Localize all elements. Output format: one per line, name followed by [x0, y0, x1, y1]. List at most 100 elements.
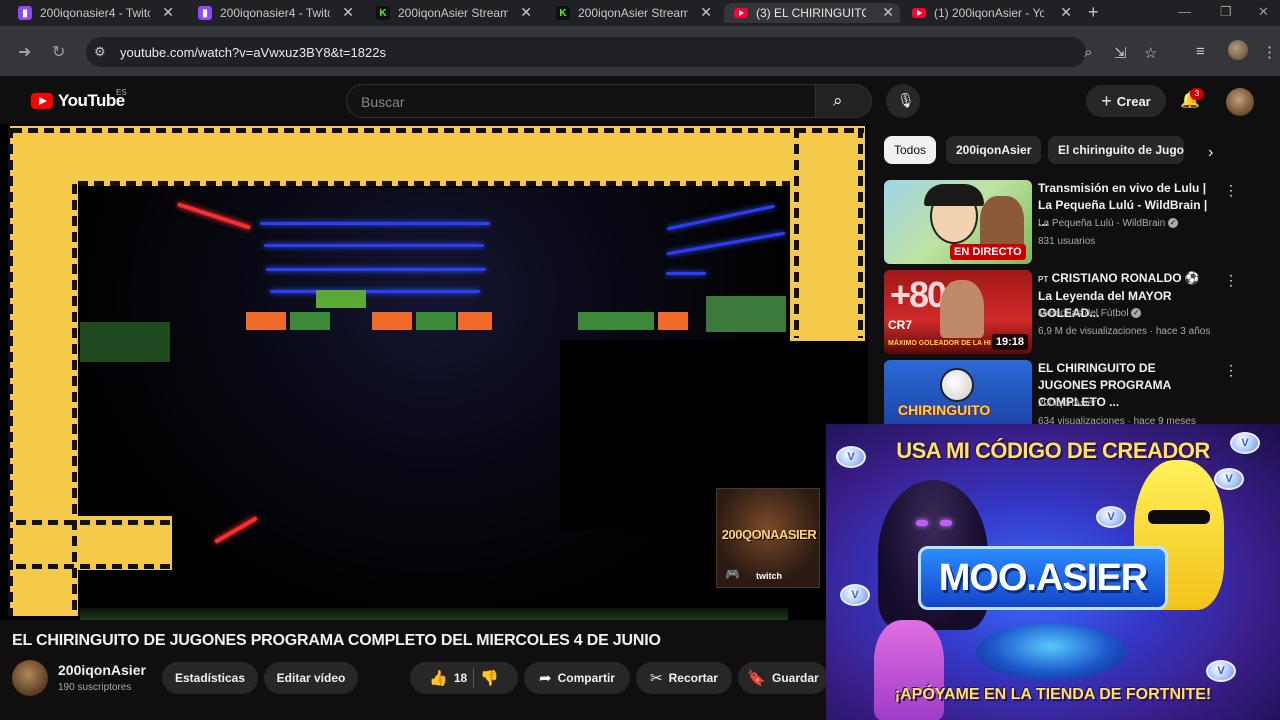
browser-tab-4[interactable]: K 200iqonAsier Stream ✕	[546, 3, 718, 23]
region-code: ES	[116, 88, 127, 97]
scissors-icon: ✂	[650, 670, 663, 687]
vbuck-coin-icon: V	[840, 584, 870, 606]
video-thumbnail[interactable]: EN DIRECTO	[884, 180, 1032, 264]
close-tab-icon[interactable]: ✕	[162, 4, 174, 21]
hazard-stripe	[16, 520, 172, 525]
close-tab-icon[interactable]: ✕	[520, 4, 532, 21]
hazard-stripe	[794, 128, 799, 338]
create-button[interactable]: + Crear	[1086, 85, 1166, 117]
media-controls-icon[interactable]: ≡	[1196, 43, 1205, 60]
youtube-header: YouTube ES Buscar ⌕ 🎙 + Crear 🔔 3	[10, 78, 1280, 124]
browser-tab-1[interactable]: ▮ 200iqonasier4 - Twitch ✕	[8, 3, 180, 23]
voice-search-button[interactable]: 🎙	[886, 84, 920, 118]
thumbs-up-icon[interactable]: 👍	[429, 669, 448, 687]
thumbnail-cr7: CR7	[888, 318, 913, 332]
reload-icon[interactable]: ↻	[52, 42, 65, 62]
browser-tab-2[interactable]: ▮ 200iqonasier4 - Twitch ✕	[188, 3, 360, 23]
studio-screen	[706, 296, 786, 332]
verified-icon: ✓	[1131, 308, 1142, 319]
search-placeholder: Buscar	[361, 94, 405, 110]
hazard-stripe	[72, 184, 77, 616]
neon-light	[264, 244, 484, 247]
account-avatar[interactable]	[1226, 88, 1254, 116]
save-button[interactable]: 🔖 Guardar	[738, 662, 828, 694]
more-options-icon[interactable]: ⋮	[1224, 362, 1238, 379]
edit-video-button[interactable]: Editar vídeo	[264, 662, 358, 694]
notification-count-badge: 3	[1190, 88, 1204, 100]
youtube-icon	[912, 8, 926, 18]
sunglasses	[1148, 510, 1210, 524]
save-label: Guardar	[772, 671, 819, 685]
close-tab-icon[interactable]: ✕	[882, 4, 894, 21]
studio-floor	[80, 608, 788, 620]
youtube-icon	[734, 8, 748, 18]
stream-frame-right	[790, 126, 865, 341]
recommendation-item[interactable]: +800 CR7 MÁXIMO GOLEADOR DE LA HI 19:18 …	[884, 270, 1264, 354]
browser-tab-title: (3) EL CHIRINGUITO DE JUGONES	[756, 6, 866, 20]
maximize-icon[interactable]: ❐	[1220, 4, 1232, 20]
browser-tab-3[interactable]: K 200iqonAsier Stream ✕	[366, 3, 538, 23]
kick-icon: K	[556, 6, 570, 20]
youtube-logo-text[interactable]: YouTube	[58, 91, 125, 111]
install-app-icon[interactable]: ⇲	[1114, 44, 1127, 62]
title-prefix: PT	[1038, 275, 1049, 284]
share-button[interactable]: ➦ Compartir	[524, 662, 630, 694]
clip-label: Recortar	[668, 671, 718, 685]
chip-chiringuito[interactable]: El chiringuito de Jugones	[1048, 136, 1184, 164]
verified-icon: ✓	[1168, 218, 1179, 229]
studio-screen	[578, 312, 654, 330]
glowing-pedestal	[976, 624, 1126, 680]
vbuck-coin-icon: V	[1206, 660, 1236, 682]
search-button[interactable]: ⌕	[816, 84, 872, 118]
youtube-logo-icon[interactable]	[31, 93, 53, 109]
duration-badge: 19:18	[991, 334, 1028, 350]
recommendation-item[interactable]: EN DIRECTO Transmisión en vivo de Lulu |…	[884, 180, 1264, 264]
recommendation-meta: 831 usuarios	[1038, 236, 1096, 247]
more-options-icon[interactable]: ⋮	[1224, 272, 1238, 289]
bookmark-star-icon[interactable]: ☆	[1144, 44, 1157, 62]
browser-profile-avatar[interactable]	[1228, 40, 1248, 60]
forward-icon[interactable]: ➜	[18, 42, 31, 62]
promo-footer: ¡APÓYAME EN LA TIENDA DE FORTNITE!	[894, 686, 1212, 703]
neon-light	[266, 268, 486, 271]
video-thumbnail[interactable]: +800 CR7 MÁXIMO GOLEADOR DE LA HI 19:18	[884, 270, 1032, 354]
channel-name[interactable]: 200iqonAsier	[58, 662, 146, 678]
close-window-icon[interactable]: ✕	[1258, 4, 1269, 20]
hazard-stripe	[12, 128, 864, 133]
stats-button[interactable]: Estadísticas	[162, 662, 258, 694]
glowing-eye	[916, 520, 928, 526]
overlay-logo-subtext: twitch	[756, 571, 782, 581]
share-icon: ➦	[539, 670, 552, 687]
site-settings-icon[interactable]: ⚙	[94, 44, 106, 60]
browser-tab-strip: ▮ 200iqonasier4 - Twitch ✕ ▮ 200iqonasie…	[0, 0, 1280, 26]
player-figure	[940, 280, 984, 338]
microphone-icon: 🎙	[897, 92, 915, 108]
close-tab-icon[interactable]: ✕	[342, 4, 354, 21]
address-bar[interactable]: ⚙ youtube.com/watch?v=aVwxuz3BY8&t=1822s…	[86, 37, 1157, 67]
browser-tab-title: (1) 200iqonAsier - YouTube	[934, 6, 1044, 20]
zoom-icon[interactable]: ⌕	[1084, 44, 1092, 61]
new-tab-icon[interactable]: +	[1088, 2, 1099, 23]
browser-menu-icon[interactable]: ⋮	[1262, 43, 1277, 61]
like-count[interactable]: 18	[454, 671, 467, 685]
more-options-icon[interactable]: ⋮	[1224, 182, 1238, 199]
video-title: EL CHIRINGUITO DE JUGONES PROGRAMA COMPL…	[12, 632, 661, 649]
close-tab-icon[interactable]: ✕	[1060, 4, 1072, 21]
stats-label: Estadísticas	[174, 671, 246, 685]
browser-tab-5[interactable]: (3) EL CHIRINGUITO DE JUGONES ✕	[724, 3, 900, 23]
share-label: Compartir	[557, 671, 615, 685]
overlay-logo-text: 200QONAASIER	[721, 527, 817, 542]
clip-button[interactable]: ✂ Recortar	[636, 662, 732, 694]
video-player[interactable]: 200QONAASIER 🎮 twitch	[0, 124, 868, 620]
chip-all[interactable]: Todos	[884, 136, 937, 164]
browser-tab-6[interactable]: (1) 200iqonAsier - YouTube ✕	[902, 3, 1078, 23]
minimize-icon[interactable]: —	[1178, 4, 1191, 19]
thumbs-down-icon[interactable]: 👎	[480, 669, 499, 687]
channel-name: La Pequeña Lulú - WildBrain	[1038, 218, 1166, 229]
channel-avatar[interactable]	[12, 660, 48, 696]
recommendation-channel: 200iqonAsier	[1038, 398, 1097, 409]
chip-channel[interactable]: 200iqonAsier	[946, 136, 1042, 164]
chevron-right-icon[interactable]: ›	[1208, 144, 1213, 162]
close-tab-icon[interactable]: ✕	[700, 4, 712, 21]
search-input[interactable]: Buscar	[346, 84, 816, 118]
